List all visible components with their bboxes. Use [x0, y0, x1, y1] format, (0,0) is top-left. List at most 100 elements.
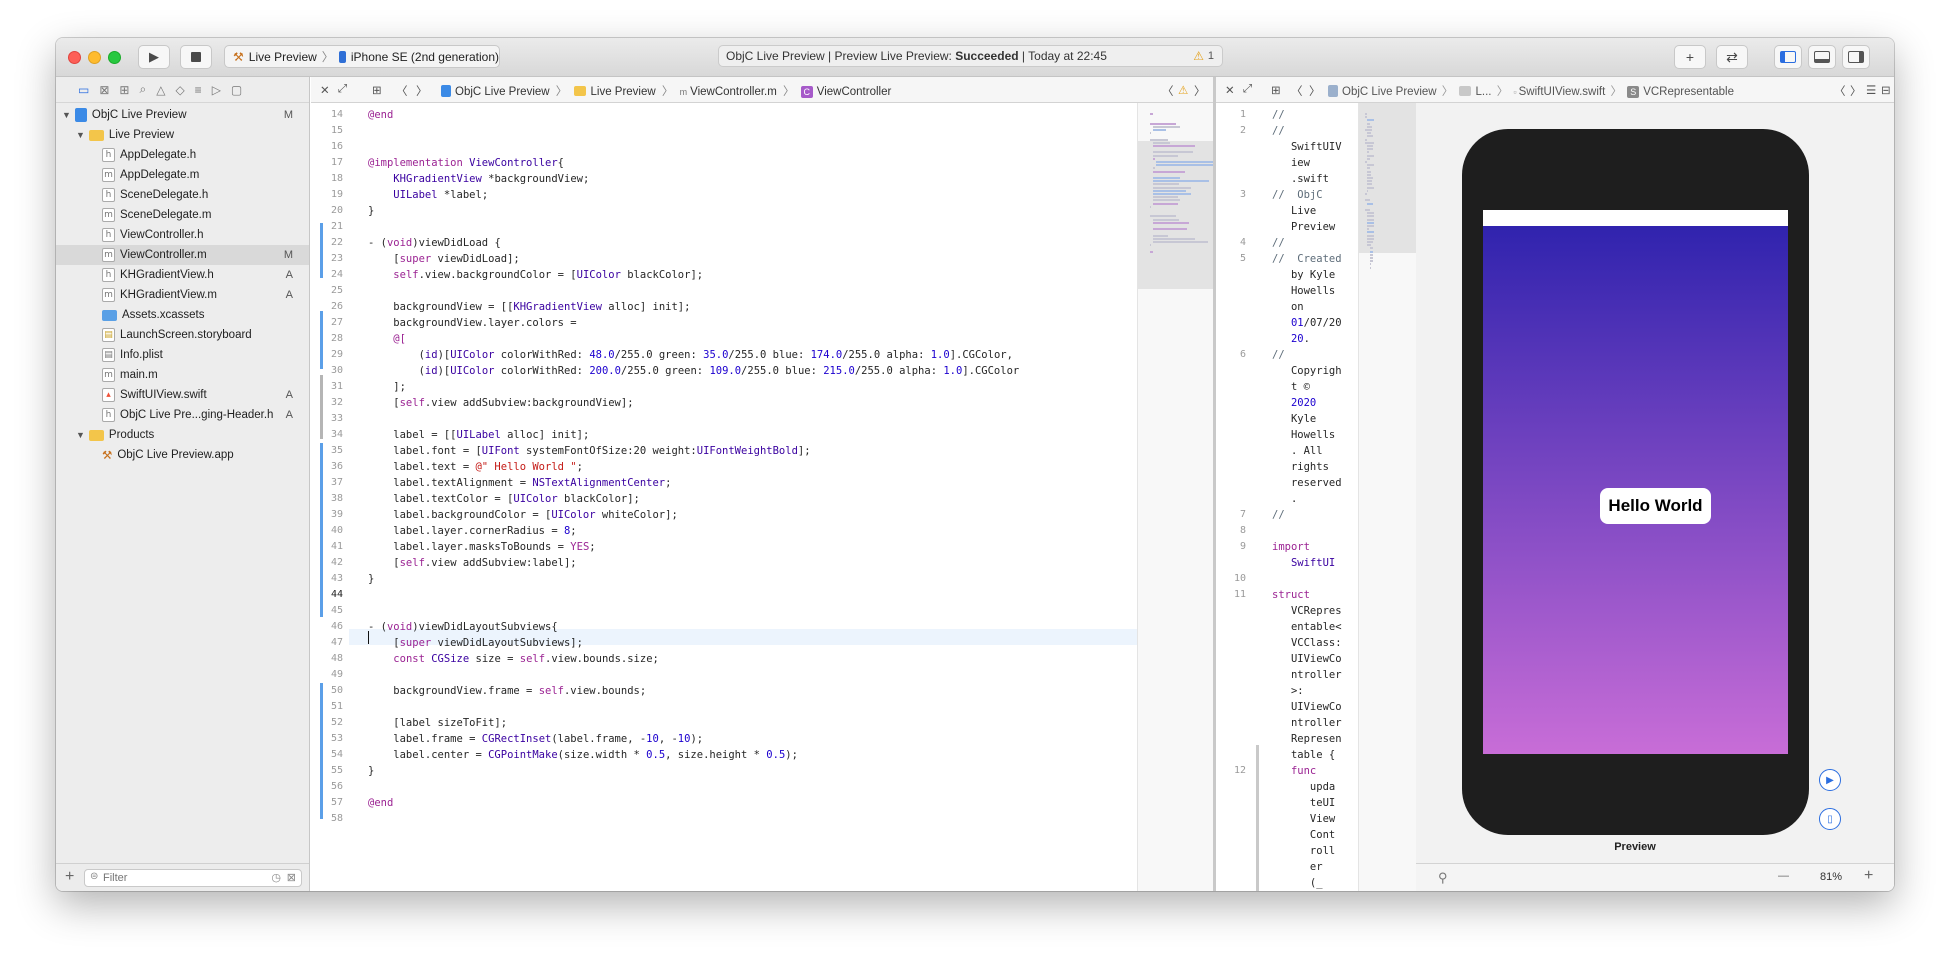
code-line[interactable]: @end	[368, 109, 393, 121]
code-line[interactable]: label.font = [UIFont systemFontOfSize:20…	[368, 445, 810, 457]
scm-filter-icon[interactable]: ⊠	[287, 871, 296, 884]
code-line[interactable]: .	[1272, 493, 1297, 505]
preview-canvas[interactable]: Hello World Preview ▶ ▯ ⚲ — 81% +	[1416, 103, 1894, 891]
forward-icon[interactable]: 〉	[1309, 83, 1321, 99]
zoom-level[interactable]: 81%	[1820, 871, 1842, 883]
code-line[interactable]: VCClass:	[1272, 637, 1342, 649]
filter-field[interactable]: ⊜ ◷ ⊠	[84, 869, 302, 887]
code-line[interactable]: table {	[1272, 749, 1335, 761]
code-line[interactable]: label.textAlignment = NSTextAlignmentCen…	[368, 477, 671, 489]
code-line[interactable]: Copyrigh	[1272, 365, 1342, 377]
stop-button[interactable]	[180, 45, 212, 69]
code-line[interactable]: SwiftUI	[1272, 557, 1335, 569]
code-line[interactable]: . All	[1272, 445, 1323, 457]
jump-project[interactable]: ObjC Live Preview	[455, 86, 550, 98]
related-items-icon[interactable]: ⊞	[1271, 83, 1281, 97]
code-line[interactable]: .swift	[1272, 173, 1329, 185]
code-line[interactable]: label.layer.masksToBounds = YES;	[368, 541, 595, 553]
code-line[interactable]: UILabel *label;	[368, 189, 488, 201]
code-line[interactable]: func	[1272, 765, 1316, 777]
tree-file-row[interactable]: ▴ SwiftUIView.swift A	[56, 385, 309, 405]
code-line[interactable]: SwiftUIV	[1272, 141, 1342, 153]
code-line[interactable]: //	[1272, 509, 1285, 521]
code-line[interactable]: [self.view addSubview:label];	[368, 557, 576, 569]
code-line[interactable]: label.backgroundColor = [UIColor whiteCo…	[368, 509, 678, 521]
toggle-navigator-button[interactable]	[1774, 45, 1802, 69]
code-line[interactable]: [super viewDidLayoutSubviews];	[368, 637, 583, 649]
tree-file-row[interactable]: m AppDelegate.m	[56, 165, 309, 185]
code-line[interactable]: >:	[1272, 685, 1304, 697]
library-button[interactable]: +	[1674, 45, 1706, 69]
back-icon[interactable]: 〈	[1291, 83, 1303, 99]
jump-symbol[interactable]: VCRepresentable	[1643, 86, 1734, 98]
tree-group-row[interactable]: ▼ Live Preview	[56, 125, 309, 145]
issue-icon[interactable]: △	[156, 83, 165, 97]
tree-file-row[interactable]: h ObjC Live Pre...ging-Header.h A	[56, 405, 309, 425]
close-window-button[interactable]	[68, 51, 81, 64]
code-line[interactable]: const CGSize size = self.view.bounds.siz…	[368, 653, 659, 665]
source-control-icon[interactable]: ⊠	[99, 83, 109, 97]
code-line[interactable]: Cont	[1272, 829, 1335, 841]
source-code[interactable]: // // SwiftUIV iew .swift // ObjC Live Pre…	[1272, 103, 1358, 891]
code-line[interactable]: // ObjC	[1272, 189, 1323, 201]
code-line[interactable]: Howells	[1272, 285, 1335, 297]
recent-filter-icon[interactable]: ◷	[271, 871, 281, 884]
code-line[interactable]: rights	[1272, 461, 1329, 473]
code-line[interactable]: }	[368, 205, 374, 217]
code-line[interactable]: //	[1272, 349, 1285, 361]
tree-file-row[interactable]: ▤ LaunchScreen.storyboard	[56, 325, 309, 345]
breakpoint-icon[interactable]: ▷	[212, 83, 221, 97]
forward-icon[interactable]: 〉	[416, 83, 428, 99]
code-line[interactable]: teUI	[1272, 797, 1335, 809]
code-line[interactable]: ntroller	[1272, 669, 1342, 681]
minimize-window-button[interactable]	[88, 51, 101, 64]
code-line[interactable]: KHGradientView *backgroundView;	[368, 173, 589, 185]
tree-file-row[interactable]: m KHGradientView.m A	[56, 285, 309, 305]
close-icon[interactable]: ✕	[320, 83, 330, 97]
folder-icon[interactable]: ▭	[78, 83, 89, 97]
code-line[interactable]: backgroundView.frame = self.view.bounds;	[368, 685, 646, 697]
report-icon[interactable]: ▢	[231, 83, 242, 97]
device-settings-button[interactable]: ▯	[1819, 808, 1841, 830]
code-line[interactable]: by Kyle	[1272, 269, 1335, 281]
code-line[interactable]: }	[368, 765, 374, 777]
filter-input[interactable]	[103, 871, 243, 885]
jump-bar-path[interactable]: ObjC Live Preview 〉 Live Preview 〉 m View…	[441, 83, 891, 99]
code-line[interactable]: struct	[1272, 589, 1310, 601]
jump-file[interactable]: SwiftUIView.swift	[1519, 86, 1606, 98]
code-line[interactable]: label.text = @" Hello World ";	[368, 461, 583, 473]
code-line[interactable]: Preview	[1272, 221, 1335, 233]
code-line[interactable]: }	[368, 573, 374, 585]
zoom-in-button[interactable]: +	[1864, 867, 1873, 885]
code-line[interactable]: @end	[368, 797, 393, 809]
next-issue-icon[interactable]: 〉	[1194, 83, 1206, 99]
next-issue-icon[interactable]: 〉	[1850, 83, 1862, 99]
split-editor-icon[interactable]: ⊟	[1881, 83, 1891, 97]
zoom-out-button[interactable]: —	[1778, 870, 1789, 882]
code-line[interactable]: label.textColor = [UIColor blackColor];	[368, 493, 640, 505]
code-line[interactable]: //	[1272, 125, 1285, 137]
code-line[interactable]: Represen	[1272, 733, 1342, 745]
code-line[interactable]: er	[1272, 861, 1323, 873]
tree-file-row[interactable]: h AppDelegate.h	[56, 145, 309, 165]
preview-screen[interactable]: Hello World	[1483, 226, 1788, 754]
tree-file-row[interactable]: h SceneDelegate.h	[56, 185, 309, 205]
code-line[interactable]: (id)[UIColor colorWithRed: 200.0/255.0 g…	[368, 365, 1020, 377]
expand-icon[interactable]: ⤢	[1243, 83, 1252, 96]
code-line[interactable]: View	[1272, 813, 1335, 825]
code-line[interactable]: roll	[1272, 845, 1335, 857]
tree-file-row[interactable]: m ViewController.m M	[56, 245, 309, 265]
code-line[interactable]: [label sizeToFit];	[368, 717, 507, 729]
code-line[interactable]: //	[1272, 237, 1285, 249]
code-line[interactable]: reserved	[1272, 477, 1342, 489]
test-icon[interactable]: ◇	[175, 83, 184, 97]
code-line[interactable]: - (void)viewDidLayoutSubviews{	[368, 621, 558, 633]
code-line[interactable]: entable<	[1272, 621, 1342, 633]
code-line[interactable]: iew	[1272, 157, 1310, 169]
zoom-window-button[interactable]	[108, 51, 121, 64]
code-line[interactable]: // Created	[1272, 253, 1342, 265]
hello-world-label[interactable]: Hello World	[1600, 488, 1711, 524]
pin-icon[interactable]: ⚲	[1438, 870, 1448, 886]
jump-group[interactable]: L...	[1476, 86, 1492, 98]
code-line[interactable]: @implementation ViewController{	[368, 157, 564, 169]
